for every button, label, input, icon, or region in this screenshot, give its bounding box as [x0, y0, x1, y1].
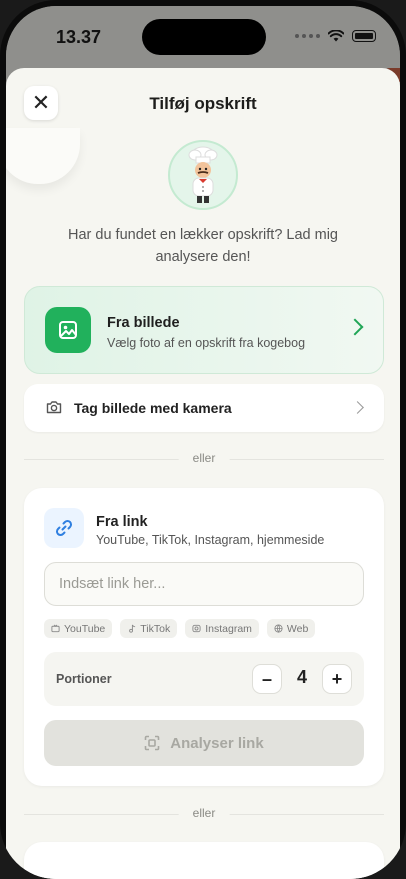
add-recipe-sheet: ✕ Tilføj opskrift Har du fundet en lække…: [6, 68, 400, 879]
screen: 13.37 ✕ Tilføj opskrift Har du fundet en…: [6, 6, 400, 879]
from-image-card[interactable]: Fra billede Vælg foto af en opskrift fra…: [24, 286, 384, 374]
from-image-subtitle: Vælg foto af en opskrift fra kogebog: [107, 336, 306, 350]
portions-value: 4: [296, 667, 307, 687]
decrease-portions-button[interactable]: –: [252, 664, 282, 694]
next-option-card[interactable]: [24, 842, 384, 879]
link-icon: [44, 508, 84, 548]
from-image-title: Fra billede: [107, 315, 180, 331]
dynamic-island: [142, 19, 266, 55]
analyse-link-label: Analyser link: [170, 734, 264, 752]
tv-icon: [51, 624, 60, 633]
sheet-title: Tilføj opskrift: [149, 94, 257, 113]
camera-label: Tag billede med kamera: [74, 400, 232, 416]
from-link-title: Fra link: [96, 514, 148, 530]
chef-icon: [188, 146, 218, 203]
source-chips: YouTube TikTok Instagram Web: [44, 619, 316, 638]
image-icon: [45, 307, 91, 353]
chip-youtube: YouTube: [44, 619, 113, 638]
camera-button[interactable]: Tag billede med kamera: [24, 384, 384, 432]
globe-icon: [274, 624, 283, 633]
from-link-subtitle: YouTube, TikTok, Instagram, hjemmeside: [96, 533, 325, 547]
background-shadow: [6, 128, 80, 184]
status-icons: [295, 30, 376, 42]
chevron-right-icon: [351, 401, 364, 414]
chef-mascot: [168, 140, 238, 210]
wifi-icon: [328, 30, 344, 42]
camera-icon: [192, 624, 201, 633]
chevron-right-icon: [346, 318, 364, 336]
link-input[interactable]: [44, 562, 364, 606]
portions-label: Portioner: [56, 672, 112, 686]
battery-icon: [352, 30, 376, 42]
divider-label: eller: [178, 451, 230, 465]
chip-tiktok: TikTok: [120, 619, 178, 638]
divider-or: eller: [24, 451, 384, 467]
chip-web: Web: [266, 619, 316, 638]
intro-text: Har du fundet en lækker opskrift? Lad mi…: [68, 227, 338, 265]
scan-icon: [144, 735, 160, 751]
cellular-signal-icon: [295, 34, 320, 38]
from-link-card: Fra link YouTube, TikTok, Instagram, hje…: [24, 488, 384, 786]
status-time: 13.37: [56, 27, 102, 47]
status-bar: 13.37: [6, 6, 400, 68]
analyse-link-button[interactable]: Analyser link: [44, 720, 364, 766]
camera-icon: [46, 401, 62, 414]
divider-label: eller: [178, 806, 230, 820]
music-note-icon: [129, 624, 136, 633]
phone-frame: 13.37 ✕ Tilføj opskrift Har du fundet en…: [0, 0, 406, 879]
divider-or: eller: [24, 806, 384, 822]
increase-portions-button[interactable]: +: [322, 664, 352, 694]
chip-instagram: Instagram: [185, 619, 259, 638]
portions-stepper: Portioner – 4 +: [44, 652, 364, 706]
